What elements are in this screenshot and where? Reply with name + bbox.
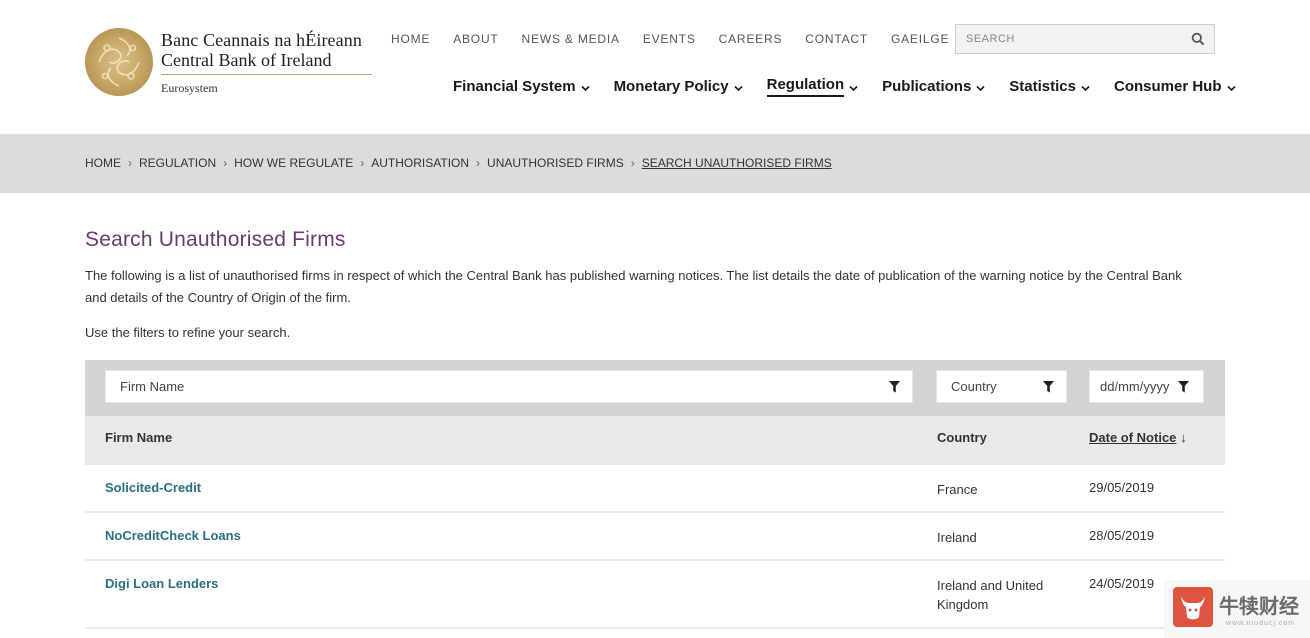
logo-text[interactable]: Banc Ceannais na hÉireann Central Bank o… (161, 30, 373, 96)
column-header-firm-name[interactable]: Firm Name (105, 430, 172, 445)
topnav-gaeilge[interactable]: GAEILGE (891, 32, 949, 46)
firm-name-filter-input[interactable] (106, 371, 912, 402)
filter-icon[interactable] (1178, 381, 1189, 393)
topnav-about[interactable]: ABOUT (453, 32, 498, 46)
firm-name-filter (105, 370, 913, 403)
mainnav-monetary-policy[interactable]: Monetary Policy (614, 76, 743, 97)
breadcrumb-how-we-regulate[interactable]: HOW WE REGULATE (234, 156, 353, 170)
unauthorised-firms-table: Firm Name Country Date of Notice↓ Solici… (85, 360, 1225, 629)
intro-paragraph: The following is a list of unauthorised … (85, 268, 1182, 305)
topnav-events[interactable]: EVENTS (643, 32, 696, 46)
chevron-down-icon (1081, 85, 1090, 91)
breadcrumb: HOME › REGULATION › HOW WE REGULATE › AU… (85, 156, 832, 170)
logo-eurosystem: Eurosystem (161, 81, 218, 95)
site-header: Banc Ceannais na hÉireann Central Bank o… (0, 0, 1310, 134)
notice-date: 24/05/2019 (1089, 576, 1155, 591)
filter-row (85, 360, 1225, 416)
table-row: NoCreditCheck Loans Ireland 28/05/2019 (85, 513, 1225, 561)
notice-date: 28/05/2019 (1089, 528, 1155, 543)
filter-hint: Use the filters to refine your search. (85, 325, 291, 340)
breadcrumb-home[interactable]: HOME (85, 156, 121, 170)
bull-head-logo-icon (1173, 587, 1213, 627)
topnav-home[interactable]: HOME (391, 32, 430, 46)
firm-name-link[interactable]: Digi Loan Lenders (105, 576, 218, 591)
chevron-down-icon (580, 85, 590, 91)
notice-date: 29/05/2019 (1089, 480, 1155, 495)
mainnav-label: Financial System (453, 78, 576, 95)
breadcrumb-regulation[interactable]: REGULATION (139, 156, 216, 170)
mainnav-publications[interactable]: Publications (882, 76, 985, 97)
chevron-right-icon: › (223, 156, 228, 170)
date-filter (1089, 370, 1204, 403)
logo-irish-name: Banc Ceannais na hÉireann (161, 30, 362, 50)
top-utility-nav: HOME ABOUT NEWS & MEDIA EVENTS CAREERS C… (391, 32, 972, 46)
chevron-right-icon: › (476, 156, 481, 170)
country-filter (936, 370, 1067, 403)
column-header-date-label: Date of Notice (1089, 430, 1177, 445)
chevron-down-icon (849, 85, 858, 91)
central-bank-seal-logo[interactable] (85, 28, 153, 96)
logo-english-name: Central Bank of Ireland (161, 50, 332, 70)
watermark-url: www.niuducj.com (1226, 620, 1296, 627)
filter-icon[interactable] (889, 381, 900, 393)
chevron-right-icon: › (128, 156, 132, 170)
watermark-text: 牛犊财经 (1219, 594, 1299, 618)
watermark: 牛犊财经 www.niuducj.com (1164, 580, 1310, 638)
mainnav-label: Publications (882, 78, 972, 95)
logo-divider (161, 74, 372, 75)
main-nav: Financial System Monetary Policy Regulat… (453, 76, 1260, 97)
mainnav-label: Monetary Policy (613, 78, 729, 95)
firm-country: Ireland and United Kingdom (937, 578, 1044, 612)
firm-name-link[interactable]: Solicited-Credit (105, 480, 201, 495)
firm-country: Ireland (937, 530, 977, 545)
filter-icon[interactable] (1043, 381, 1054, 393)
site-search (955, 24, 1215, 54)
table-row: Solicited-Credit France 29/05/2019 (85, 465, 1225, 513)
mainnav-label: Regulation (766, 76, 845, 97)
firm-country: France (937, 482, 978, 497)
mainnav-financial-system[interactable]: Financial System (453, 76, 590, 97)
page-title: Search Unauthorised Firms (85, 228, 346, 251)
mainnav-label: Statistics (1009, 78, 1076, 95)
table-row: Digi Loan Lenders Ireland and United Kin… (85, 561, 1225, 629)
mainnav-regulation[interactable]: Regulation (766, 76, 859, 97)
mainnav-label: Consumer Hub (1114, 78, 1222, 95)
column-header-date-of-notice[interactable]: Date of Notice ↓ (1089, 430, 1187, 445)
sort-descending-icon: ↓ (1180, 430, 1187, 445)
firm-name-link[interactable]: NoCreditCheck Loans (105, 528, 241, 543)
breadcrumb-band: HOME › REGULATION › HOW WE REGULATE › AU… (0, 134, 1310, 193)
search-icon[interactable] (1191, 32, 1205, 46)
breadcrumb-unauthorised-firms[interactable]: UNAUTHORISED FIRMS (487, 156, 624, 170)
topnav-careers[interactable]: CAREERS (719, 32, 783, 46)
mainnav-statistics[interactable]: Statistics (1009, 76, 1090, 97)
breadcrumb-current[interactable]: SEARCH UNAUTHORISED FIRMS (642, 156, 832, 170)
search-input[interactable] (956, 25, 1176, 53)
mainnav-consumer-hub[interactable]: Consumer Hub (1114, 76, 1236, 97)
breadcrumb-authorisation[interactable]: AUTHORISATION (371, 156, 469, 170)
table-header-row: Firm Name Country Date of Notice ↓ (85, 416, 1225, 465)
column-header-country[interactable]: Country (937, 430, 987, 445)
chevron-down-icon (1226, 85, 1236, 91)
chevron-down-icon (734, 85, 743, 91)
chevron-right-icon: › (630, 156, 635, 170)
topnav-contact[interactable]: CONTACT (805, 32, 868, 46)
chevron-down-icon (976, 85, 985, 91)
chevron-right-icon: › (360, 156, 365, 170)
topnav-news-media[interactable]: NEWS & MEDIA (522, 32, 620, 46)
